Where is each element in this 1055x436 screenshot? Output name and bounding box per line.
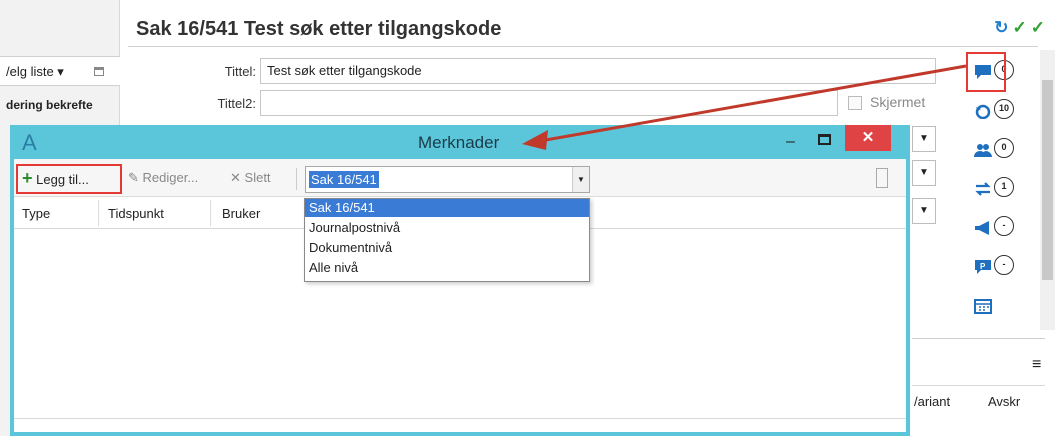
filter-icon[interactable] (94, 67, 104, 76)
check-icon[interactable]: ✓ (1013, 18, 1031, 37)
bg-table-header: /ariant Avskr (912, 385, 1045, 415)
history-badge: 10 (994, 99, 1014, 119)
delete-button-label: Slett (244, 170, 271, 185)
panel-toggle-icon[interactable] (876, 168, 888, 188)
tittel2-label: Tittel2: (217, 96, 256, 111)
delete-button[interactable]: ✕ Slett (230, 170, 271, 186)
tittel-input[interactable]: Test søk etter tilgangskode (260, 58, 936, 84)
delete-icon: ✕ (230, 170, 241, 185)
highlight-box (966, 52, 1006, 92)
parking-icon: P (975, 260, 991, 274)
calendar-button[interactable] (972, 292, 1008, 322)
col-avskr: Avskr (988, 394, 1021, 409)
plus-icon: + (22, 168, 33, 188)
pencil-icon: ✎ (128, 170, 139, 185)
level-select-value: Sak 16/541 (309, 171, 379, 188)
bg-combo-arrow[interactable]: ▼ (912, 198, 936, 224)
bg-combo-arrow[interactable]: ▼ (912, 126, 936, 152)
edit-button-label: Rediger... (142, 170, 199, 185)
divider (98, 200, 99, 226)
tittel2-input[interactable] (260, 90, 838, 116)
close-button[interactable]: ✕ (845, 125, 891, 151)
level-option[interactable]: Alle nivå (305, 259, 589, 277)
bg-combo-arrow[interactable]: ▼ (912, 160, 936, 186)
list-row-label: dering bekrefte (6, 98, 93, 112)
add-button[interactable]: + Legg til... (22, 168, 89, 189)
add-button-label: Legg til... (36, 172, 89, 187)
svg-text:P: P (980, 262, 986, 271)
users-icon (974, 144, 992, 157)
col-header-bruker[interactable]: Bruker (222, 206, 260, 221)
refresh-icon[interactable]: ↻ (994, 18, 1012, 37)
list-row[interactable]: dering bekrefte (0, 90, 120, 120)
history-button[interactable]: 10 (972, 97, 1014, 127)
divider (14, 418, 906, 419)
app-window: /elg liste ▾ dering bekrefte Sak 16/541 … (0, 0, 1055, 436)
edit-button[interactable]: ✎ Rediger... (128, 170, 198, 186)
parking-badge: - (994, 255, 1014, 275)
maximize-button[interactable] (818, 134, 831, 145)
col-header-type[interactable]: Type (22, 206, 50, 221)
divider (296, 168, 297, 190)
skjermet-label: Skjermet (870, 94, 926, 110)
level-option[interactable]: Dokumentnivå (305, 239, 589, 257)
announce-button[interactable]: - (972, 214, 1014, 244)
users-badge: 0 (994, 138, 1014, 158)
announce-badge: - (994, 216, 1014, 236)
calendar-icon (974, 299, 992, 314)
case-title: Sak 16/541 Test søk etter tilgangskode (136, 18, 502, 40)
divider (128, 46, 1038, 47)
minimize-button[interactable]: – (786, 133, 795, 151)
megaphone-icon (975, 221, 989, 235)
chevron-down-icon[interactable]: ▼ (572, 167, 589, 192)
transfer-badge: 1 (994, 177, 1014, 197)
check-all-icon[interactable]: ✓ (1031, 18, 1049, 37)
divider (912, 338, 1045, 339)
col-variant: /ariant (914, 394, 951, 409)
level-option[interactable]: Sak 16/541 (305, 199, 589, 217)
history-icon (975, 104, 991, 119)
header-actions: ↻✓✓ (994, 18, 1049, 38)
level-option[interactable]: Journalpostnivå (305, 219, 589, 237)
transfer-icon (975, 182, 991, 196)
list-select-label: /elg liste ▾ (6, 64, 64, 79)
users-button[interactable]: 0 (972, 136, 1014, 166)
dialog-title: Merknader (418, 133, 500, 152)
skjermet-checkbox[interactable] (848, 96, 862, 110)
transfer-button[interactable]: 1 (972, 175, 1014, 205)
parking-button[interactable]: P - (972, 253, 1014, 283)
tittel-value: Test søk etter tilgangskode (267, 63, 422, 78)
tittel-label: Tittel: (224, 64, 256, 79)
col-header-tidspunkt[interactable]: Tidspunkt (108, 206, 164, 221)
app-logo-icon: A (22, 130, 37, 155)
menu-icon[interactable]: ≡ (1032, 356, 1041, 374)
divider (210, 200, 211, 226)
scrollbar-thumb[interactable] (1042, 80, 1053, 280)
